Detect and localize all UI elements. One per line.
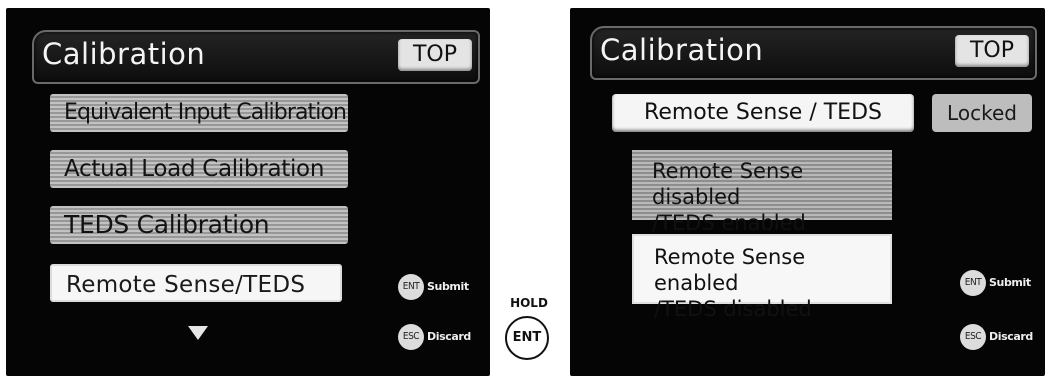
menu-item-teds-calibration[interactable]: TEDS Calibration	[50, 206, 348, 244]
page-title: Calibration	[600, 33, 764, 67]
option-line: Remote Sense enabled	[654, 245, 806, 295]
discard-label: Discard	[427, 330, 471, 343]
ent-key-icon: ENT	[398, 274, 424, 300]
page-title: Calibration	[42, 37, 206, 71]
ent-button-icon[interactable]: ENT	[505, 316, 549, 360]
discard-hint[interactable]: ESC Discard	[960, 324, 1044, 350]
menu-item-remote-sense-teds[interactable]: Remote Sense/TEDS	[50, 264, 342, 302]
option-line: /TEDS disabled	[654, 297, 812, 321]
menu-item-equivalent-input-calibration[interactable]: Equivalent Input Calibration	[50, 94, 348, 132]
esc-key-icon: ESC	[960, 324, 986, 350]
hold-ent-control[interactable]: HOLD ENT	[493, 296, 565, 376]
esc-key-icon: ESC	[398, 324, 424, 350]
title-bar: Calibration TOP	[590, 26, 1037, 80]
top-button[interactable]: TOP	[398, 39, 472, 71]
menu-item-actual-load-calibration[interactable]: Actual Load Calibration	[50, 150, 348, 188]
remote-sense-teds-screen: Calibration TOP Remote Sense / TEDS Lock…	[570, 8, 1045, 376]
submit-hint[interactable]: ENT Submit	[960, 270, 1044, 296]
option-line: /TEDS enabled	[652, 211, 806, 235]
calibration-menu-screen: Calibration TOP Equivalent Input Calibra…	[6, 8, 490, 376]
scroll-down-arrow-icon[interactable]	[188, 326, 208, 340]
locked-status-button[interactable]: Locked	[932, 94, 1032, 132]
discard-hint[interactable]: ESC Discard	[398, 324, 486, 350]
option-line: Remote Sense disabled	[652, 159, 804, 209]
hold-label: HOLD	[510, 296, 548, 310]
remote-sense-teds-header: Remote Sense / TEDS	[612, 94, 914, 132]
top-button[interactable]: TOP	[955, 35, 1029, 67]
submit-label: Submit	[989, 276, 1031, 289]
title-bar: Calibration TOP	[32, 30, 480, 84]
discard-label: Discard	[989, 330, 1033, 343]
option-remote-sense-disabled[interactable]: Remote Sense disabled /TEDS enabled	[632, 150, 892, 235]
option-remote-sense-enabled[interactable]: Remote Sense enabled /TEDS disabled	[632, 234, 892, 321]
submit-hint[interactable]: ENT Submit	[398, 274, 486, 300]
ent-key-icon: ENT	[960, 270, 986, 296]
submit-label: Submit	[427, 280, 469, 293]
